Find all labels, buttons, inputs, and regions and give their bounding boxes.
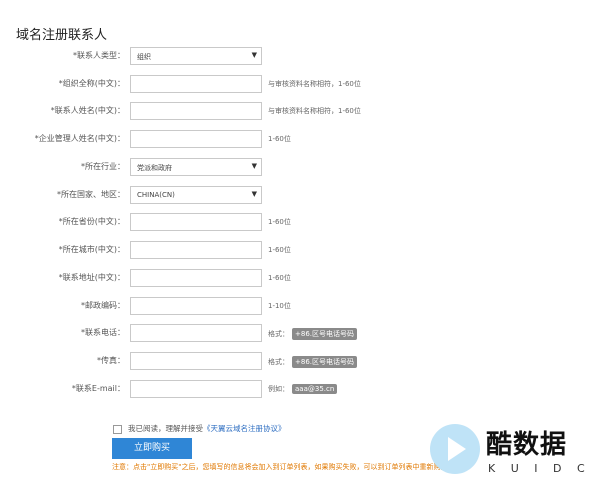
field-hint: 格式： +86.区号电话号码 [268,328,357,340]
form-row: *邮政编码： 1-10位 [0,297,600,317]
form-row: *联系人姓名(中文)： 与审核资料名称相符，1-60位 [0,102,600,122]
chevron-down-icon: ▼ [251,51,257,59]
select-value: 组织 [137,53,151,61]
purchase-note: 注意：点击"立即购买"之后，您填写的信息将会加入到订单列表，如果购买失败，可以到… [112,463,448,471]
field-hint: 与审核资料名称相符，1-60位 [268,106,361,116]
field-hint: 1-60位 [268,217,291,227]
field-input[interactable] [130,102,262,120]
field-input[interactable] [130,324,262,342]
field-label: *联系电话： [81,328,125,337]
form-row: *所在行业： 党派和政府 ▼ [0,158,600,178]
form-row: *企业管理人姓名(中文)： 1-60位 [0,130,600,150]
format-badge: +86.区号电话号码 [292,356,357,368]
select-value: CHINA(CN) [137,191,175,199]
agreement-checkbox[interactable] [113,424,122,434]
page-title: 域名注册联系人 [16,28,108,43]
field-hint: 1-60位 [268,245,291,255]
form-row: *联系人类型： 组织 ▼ [0,47,600,67]
field-label: *联系地址(中文)： [58,273,125,282]
field-input[interactable] [130,269,262,287]
field-label: *所在行业： [81,162,125,171]
form-row: *所在城市(中文)： 1-60位 [0,241,600,261]
hint-text: 与审核资料名称相符，1-60位 [268,80,361,88]
hint-text: 1-60位 [268,135,291,143]
hint-text: 格式： [268,330,289,338]
field-label: *联系人姓名(中文)： [50,106,125,115]
field-input[interactable] [130,130,262,148]
field-input[interactable] [130,380,262,398]
hint-text: 1-60位 [268,274,291,282]
hint-text: 例如： [268,385,289,393]
hint-text: 1-60位 [268,218,291,226]
field-input[interactable] [130,352,262,370]
agreement-text: 我已阅读，理解并接受 [128,424,203,433]
form-row: *组织全称(中文)： 与审核资料名称相符，1-60位 [0,75,600,95]
watermark-brand: 酷数据 [486,430,568,460]
field-input[interactable] [130,297,262,315]
select-value: 党派和政府 [137,164,172,172]
field-label: *联系人类型： [73,51,125,60]
form-row: *联系E-mail： 例如： aaa@35.cn [0,380,600,400]
watermark-sub: K U I D C [488,462,591,475]
format-badge: +86.区号电话号码 [292,328,357,340]
field-select[interactable]: CHINA(CN) ▼ [130,186,262,204]
field-label: *邮政编码： [81,301,125,310]
field-label: *所在省份(中文)： [58,217,125,226]
field-hint: 例如： aaa@35.cn [268,384,338,394]
field-input[interactable] [130,213,262,231]
field-label: *传真： [97,356,125,365]
form-row: *传真： 格式： +86.区号电话号码 [0,352,600,372]
agreement-link[interactable]: 《天翼云域名注册协议》 [203,424,286,433]
field-hint: 1-10位 [268,301,291,311]
field-hint: 格式： +86.区号电话号码 [268,356,357,368]
chevron-down-icon: ▼ [251,190,257,198]
field-input[interactable] [130,241,262,259]
hint-text: 格式： [268,358,289,366]
form-row: *所在省份(中文)： 1-60位 [0,213,600,233]
field-hint: 与审核资料名称相符，1-60位 [268,79,361,89]
watermark: 酷数据 K U I D C [430,422,600,492]
field-label: *联系E-mail： [71,384,125,393]
field-select[interactable]: 组织 ▼ [130,47,262,65]
field-hint: 1-60位 [268,134,291,144]
field-select[interactable]: 党派和政府 ▼ [130,158,262,176]
hint-text: 与审核资料名称相符，1-60位 [268,107,361,115]
form-row: *联系地址(中文)： 1-60位 [0,269,600,289]
buy-now-button[interactable]: 立即购买 [112,438,192,459]
field-label: *企业管理人姓名(中文)： [34,134,125,143]
field-label: *组织全称(中文)： [58,79,125,88]
hint-text: 1-60位 [268,246,291,254]
chevron-down-icon: ▼ [251,162,257,170]
form-row: *所在国家、地区： CHINA(CN) ▼ [0,186,600,206]
field-hint: 1-60位 [268,273,291,283]
hint-text: 1-10位 [268,302,291,310]
form-row: *联系电话： 格式： +86.区号电话号码 [0,324,600,344]
agreement-row: 我已阅读，理解并接受《天翼云域名注册协议》 [113,423,286,434]
format-badge: aaa@35.cn [292,384,338,394]
field-label: *所在城市(中文)： [58,245,125,254]
field-input[interactable] [130,75,262,93]
field-label: *所在国家、地区： [57,190,125,199]
play-logo-icon [430,424,480,474]
